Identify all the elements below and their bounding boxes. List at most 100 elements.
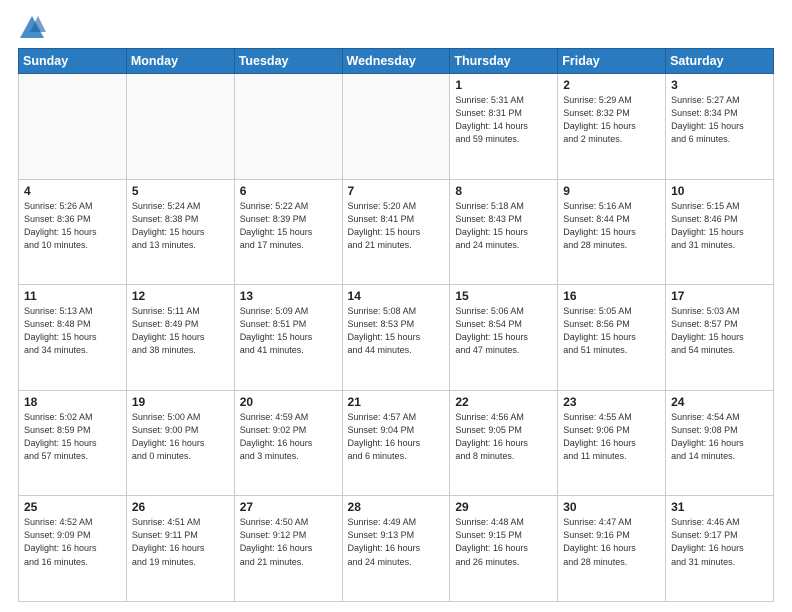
day-number: 17 — [671, 289, 768, 303]
day-info: Sunrise: 4:59 AM Sunset: 9:02 PM Dayligh… — [240, 411, 337, 463]
day-cell: 18Sunrise: 5:02 AM Sunset: 8:59 PM Dayli… — [19, 390, 127, 496]
day-info: Sunrise: 4:51 AM Sunset: 9:11 PM Dayligh… — [132, 516, 229, 568]
day-number: 2 — [563, 78, 660, 92]
day-info: Sunrise: 5:03 AM Sunset: 8:57 PM Dayligh… — [671, 305, 768, 357]
day-cell — [19, 74, 127, 180]
day-cell: 28 Sunrise: 4:49 AM Sunset: 9:13 PM Dayli… — [342, 496, 450, 602]
day-of-week-row: SundayMondayTuesdayWednesdayThursdayFrid… — [19, 49, 774, 74]
day-info: Sunrise: 5:02 AM Sunset: 8:59 PM Dayligh… — [24, 411, 121, 463]
day-cell: 26 Sunrise: 4:51 AM Sunset: 9:11 PM Dayli… — [126, 496, 234, 602]
day-number: 30 — [563, 500, 660, 514]
day-info: Sunrise: 5:29 AM Sunset: 8:32 PM Dayligh… — [563, 94, 660, 146]
day-info: Sunrise: 4:46 AM Sunset: 9:17 PM Dayligh… — [671, 516, 768, 568]
day-cell: 19Sunrise: 5:00 AM Sunset: 9:00 PM Dayli… — [126, 390, 234, 496]
day-cell: 3 Sunrise: 5:27 AM Sunset: 8:34 PM Daylig… — [666, 74, 774, 180]
day-number: 14 — [348, 289, 445, 303]
day-cell: 17 Sunrise: 5:03 AM Sunset: 8:57 PM Dayli… — [666, 285, 774, 391]
dow-header-sunday: Sunday — [19, 49, 127, 74]
day-cell: 25 Sunrise: 4:52 AM Sunset: 9:09 PM Dayli… — [19, 496, 127, 602]
day-cell: 16 Sunrise: 5:05 AM Sunset: 8:56 PM Dayli… — [558, 285, 666, 391]
day-cell: 13 Sunrise: 5:09 AM Sunset: 8:51 PM Dayli… — [234, 285, 342, 391]
day-number: 5 — [132, 184, 229, 198]
dow-header-friday: Friday — [558, 49, 666, 74]
day-info: Sunrise: 5:20 AM Sunset: 8:41 PM Dayligh… — [348, 200, 445, 252]
day-number: 22 — [455, 395, 552, 409]
day-info: Sunrise: 5:06 AM Sunset: 8:54 PM Dayligh… — [455, 305, 552, 357]
day-cell: 11 Sunrise: 5:13 AM Sunset: 8:48 PM Dayli… — [19, 285, 127, 391]
day-cell: 4Sunrise: 5:26 AM Sunset: 8:36 PM Daylig… — [19, 179, 127, 285]
day-info: Sunrise: 4:54 AM Sunset: 9:08 PM Dayligh… — [671, 411, 768, 463]
day-info: Sunrise: 5:09 AM Sunset: 8:51 PM Dayligh… — [240, 305, 337, 357]
day-info: Sunrise: 5:22 AM Sunset: 8:39 PM Dayligh… — [240, 200, 337, 252]
day-number: 29 — [455, 500, 552, 514]
day-cell — [342, 74, 450, 180]
day-number: 8 — [455, 184, 552, 198]
page: SundayMondayTuesdayWednesdayThursdayFrid… — [0, 0, 792, 612]
day-info: Sunrise: 4:56 AM Sunset: 9:05 PM Dayligh… — [455, 411, 552, 463]
logo — [18, 14, 50, 42]
day-info: Sunrise: 5:08 AM Sunset: 8:53 PM Dayligh… — [348, 305, 445, 357]
day-info: Sunrise: 5:05 AM Sunset: 8:56 PM Dayligh… — [563, 305, 660, 357]
day-number: 12 — [132, 289, 229, 303]
week-row-1: 1 Sunrise: 5:31 AM Sunset: 8:31 PM Daylig… — [19, 74, 774, 180]
day-cell: 29 Sunrise: 4:48 AM Sunset: 9:15 PM Dayli… — [450, 496, 558, 602]
day-cell: 1 Sunrise: 5:31 AM Sunset: 8:31 PM Daylig… — [450, 74, 558, 180]
dow-header-tuesday: Tuesday — [234, 49, 342, 74]
day-number: 1 — [455, 78, 552, 92]
dow-header-thursday: Thursday — [450, 49, 558, 74]
day-cell — [126, 74, 234, 180]
day-cell: 7 Sunrise: 5:20 AM Sunset: 8:41 PM Daylig… — [342, 179, 450, 285]
day-info: Sunrise: 5:24 AM Sunset: 8:38 PM Dayligh… — [132, 200, 229, 252]
day-info: Sunrise: 5:11 AM Sunset: 8:49 PM Dayligh… — [132, 305, 229, 357]
day-cell: 6 Sunrise: 5:22 AM Sunset: 8:39 PM Daylig… — [234, 179, 342, 285]
day-cell: 27Sunrise: 4:50 AM Sunset: 9:12 PM Dayli… — [234, 496, 342, 602]
day-number: 7 — [348, 184, 445, 198]
calendar-table: SundayMondayTuesdayWednesdayThursdayFrid… — [18, 48, 774, 602]
day-number: 16 — [563, 289, 660, 303]
day-number: 6 — [240, 184, 337, 198]
day-cell: 21Sunrise: 4:57 AM Sunset: 9:04 PM Dayli… — [342, 390, 450, 496]
day-info: Sunrise: 5:15 AM Sunset: 8:46 PM Dayligh… — [671, 200, 768, 252]
day-cell: 15 Sunrise: 5:06 AM Sunset: 8:54 PM Dayli… — [450, 285, 558, 391]
day-number: 3 — [671, 78, 768, 92]
day-cell: 22 Sunrise: 4:56 AM Sunset: 9:05 PM Dayli… — [450, 390, 558, 496]
day-number: 25 — [24, 500, 121, 514]
day-info: Sunrise: 4:52 AM Sunset: 9:09 PM Dayligh… — [24, 516, 121, 568]
day-number: 21 — [348, 395, 445, 409]
day-info: Sunrise: 5:31 AM Sunset: 8:31 PM Dayligh… — [455, 94, 552, 146]
day-info: Sunrise: 5:26 AM Sunset: 8:36 PM Dayligh… — [24, 200, 121, 252]
day-number: 10 — [671, 184, 768, 198]
day-number: 9 — [563, 184, 660, 198]
dow-header-saturday: Saturday — [666, 49, 774, 74]
day-cell: 14 Sunrise: 5:08 AM Sunset: 8:53 PM Dayli… — [342, 285, 450, 391]
day-cell — [234, 74, 342, 180]
week-row-2: 4Sunrise: 5:26 AM Sunset: 8:36 PM Daylig… — [19, 179, 774, 285]
day-number: 11 — [24, 289, 121, 303]
day-number: 15 — [455, 289, 552, 303]
calendar-body: 1 Sunrise: 5:31 AM Sunset: 8:31 PM Daylig… — [19, 74, 774, 602]
week-row-4: 18Sunrise: 5:02 AM Sunset: 8:59 PM Dayli… — [19, 390, 774, 496]
week-row-5: 25 Sunrise: 4:52 AM Sunset: 9:09 PM Dayli… — [19, 496, 774, 602]
day-cell: 10 Sunrise: 5:15 AM Sunset: 8:46 PM Dayli… — [666, 179, 774, 285]
day-cell: 5 Sunrise: 5:24 AM Sunset: 8:38 PM Daylig… — [126, 179, 234, 285]
day-cell: 12 Sunrise: 5:11 AM Sunset: 8:49 PM Dayli… — [126, 285, 234, 391]
day-number: 23 — [563, 395, 660, 409]
dow-header-wednesday: Wednesday — [342, 49, 450, 74]
day-number: 28 — [348, 500, 445, 514]
day-info: Sunrise: 4:49 AM Sunset: 9:13 PM Dayligh… — [348, 516, 445, 568]
day-cell: 2 Sunrise: 5:29 AM Sunset: 8:32 PM Daylig… — [558, 74, 666, 180]
day-cell: 30Sunrise: 4:47 AM Sunset: 9:16 PM Dayli… — [558, 496, 666, 602]
day-number: 26 — [132, 500, 229, 514]
day-cell: 8 Sunrise: 5:18 AM Sunset: 8:43 PM Daylig… — [450, 179, 558, 285]
day-number: 13 — [240, 289, 337, 303]
day-number: 19 — [132, 395, 229, 409]
day-info: Sunrise: 5:27 AM Sunset: 8:34 PM Dayligh… — [671, 94, 768, 146]
day-cell: 24 Sunrise: 4:54 AM Sunset: 9:08 PM Dayli… — [666, 390, 774, 496]
week-row-3: 11 Sunrise: 5:13 AM Sunset: 8:48 PM Dayli… — [19, 285, 774, 391]
day-info: Sunrise: 5:18 AM Sunset: 8:43 PM Dayligh… — [455, 200, 552, 252]
day-number: 24 — [671, 395, 768, 409]
day-cell: 9Sunrise: 5:16 AM Sunset: 8:44 PM Daylig… — [558, 179, 666, 285]
dow-header-monday: Monday — [126, 49, 234, 74]
day-info: Sunrise: 4:48 AM Sunset: 9:15 PM Dayligh… — [455, 516, 552, 568]
day-info: Sunrise: 5:13 AM Sunset: 8:48 PM Dayligh… — [24, 305, 121, 357]
